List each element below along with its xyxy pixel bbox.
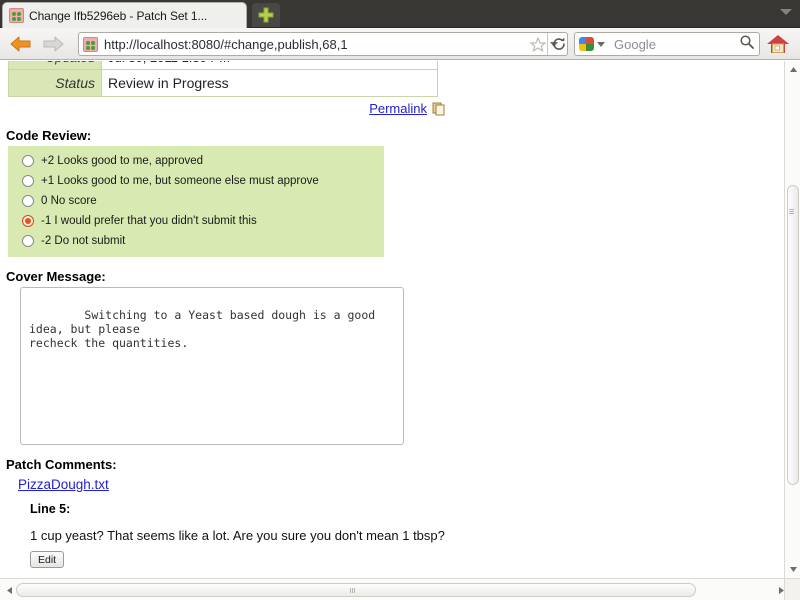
scrollbar-corner — [784, 578, 800, 600]
scroll-up-button[interactable] — [786, 62, 800, 77]
horizontal-thumb-grip — [350, 588, 355, 593]
radio-icon[interactable] — [22, 195, 34, 207]
radio-icon[interactable] — [22, 155, 34, 167]
gerrit-favicon-icon — [9, 8, 24, 23]
cover-message-heading: Cover Message: — [6, 269, 106, 284]
home-icon — [767, 35, 789, 53]
radio-option-plus2[interactable]: +2 Looks good to me, approved — [8, 151, 384, 171]
code-review-heading: Code Review: — [6, 128, 92, 143]
browser-window: Change Ifb5296eb - Patch Set 1... http:/… — [0, 0, 800, 600]
google-logo-icon — [579, 37, 594, 51]
browser-tab[interactable]: Change Ifb5296eb - Patch Set 1... — [2, 2, 247, 28]
forward-button — [40, 34, 66, 54]
magnifier-icon[interactable] — [739, 34, 755, 55]
edit-comment-button[interactable]: Edit — [30, 551, 65, 568]
cover-message-text: Switching to a Yeast based dough is a go… — [29, 308, 376, 350]
patch-file-row: PizzaDough.txt — [0, 475, 784, 494]
vertical-scrollbar[interactable] — [784, 61, 800, 578]
radio-icon[interactable] — [22, 235, 34, 247]
star-glyph — [530, 37, 546, 52]
magnifier-glyph — [740, 34, 754, 49]
permalink-link[interactable]: Permalink — [369, 101, 427, 116]
chevron-down-icon[interactable] — [780, 9, 792, 15]
scroll-left-button[interactable] — [2, 583, 16, 597]
vertical-thumb-grip — [789, 209, 794, 214]
radio-label: -1 I would prefer that you didn't submit… — [41, 215, 257, 227]
reload-button[interactable] — [547, 33, 569, 55]
gerrit-site-icon — [83, 36, 98, 52]
navigation-toolbar: http://localhost:8080/#change,publish,68… — [0, 28, 800, 60]
table-row: Status Review in Progress — [8, 69, 438, 97]
table-row: Updated Jul 30, 2011 1:30 PM — [8, 61, 438, 70]
page-viewport: Updated Jul 30, 2011 1:30 PM Status Revi… — [0, 61, 784, 578]
info-value-status: Review in Progress — [101, 69, 438, 97]
forward-arrow-icon — [43, 36, 64, 52]
patch-comments-heading: Patch Comments: — [6, 457, 117, 472]
radio-option-zero[interactable]: 0 No score — [8, 191, 384, 211]
tab-title: Change Ifb5296eb - Patch Set 1... — [29, 8, 208, 23]
reload-icon — [552, 37, 565, 50]
star-icon[interactable] — [529, 36, 547, 52]
back-button[interactable] — [8, 34, 34, 54]
url-bar[interactable]: http://localhost:8080/#change,publish,68… — [78, 32, 568, 56]
publish-comments-page: Updated Jul 30, 2011 1:30 PM Status Revi… — [0, 61, 784, 578]
radio-icon[interactable] — [22, 175, 34, 187]
radio-option-plus1[interactable]: +1 Looks good to me, but someone else mu… — [8, 171, 384, 191]
cover-message-textarea[interactable]: Switching to a Yeast based dough is a go… — [20, 287, 404, 445]
radio-label: -2 Do not submit — [41, 235, 126, 247]
scroll-down-button[interactable] — [786, 562, 800, 577]
copy-glyph — [432, 102, 445, 115]
radio-icon-selected[interactable] — [22, 215, 34, 227]
plus-icon — [258, 7, 274, 23]
horizontal-scrollbar-thumb[interactable] — [16, 583, 696, 597]
caret-up-icon — [789, 67, 797, 72]
caret-down-icon — [789, 567, 797, 572]
radio-label: +1 Looks good to me, but someone else mu… — [41, 175, 319, 187]
patch-file-link[interactable]: PizzaDough.txt — [18, 477, 109, 492]
radio-label: +2 Looks good to me, approved — [41, 155, 204, 167]
line-heading: Line 5: — [30, 502, 71, 516]
new-tab-button[interactable] — [252, 3, 280, 27]
tab-strip: Change Ifb5296eb - Patch Set 1... — [0, 0, 800, 28]
code-review-options: +2 Looks good to me, approved +1 Looks g… — [8, 146, 384, 257]
search-provider-dropdown-icon[interactable] — [597, 41, 605, 47]
radio-option-minus2[interactable]: -2 Do not submit — [8, 231, 384, 251]
horizontal-scrollbar[interactable] — [0, 578, 800, 600]
radio-option-minus1[interactable]: -1 I would prefer that you didn't submit… — [8, 211, 384, 231]
info-label-updated: Updated — [8, 61, 102, 70]
resize-handle-icon[interactable] — [389, 430, 401, 442]
info-label-status: Status — [8, 69, 102, 97]
search-input[interactable]: Google — [614, 37, 739, 52]
permalink-row: Permalink — [8, 97, 446, 116]
home-button[interactable] — [766, 33, 790, 55]
change-info-table: Updated Jul 30, 2011 1:30 PM Status Revi… — [8, 61, 438, 97]
patch-comment-text: 1 cup yeast? That seems like a lot. Are … — [30, 528, 445, 543]
search-bar[interactable]: Google — [574, 32, 760, 56]
info-value-updated: Jul 30, 2011 1:30 PM — [101, 61, 438, 70]
back-arrow-icon — [10, 36, 31, 52]
copy-icon[interactable] — [432, 102, 446, 116]
url-text: http://localhost:8080/#change,publish,68… — [104, 36, 348, 52]
vertical-scrollbar-thumb[interactable] — [787, 185, 799, 485]
caret-left-icon — [6, 586, 12, 594]
radio-label: 0 No score — [41, 195, 97, 207]
edit-row: Edit — [0, 543, 784, 568]
